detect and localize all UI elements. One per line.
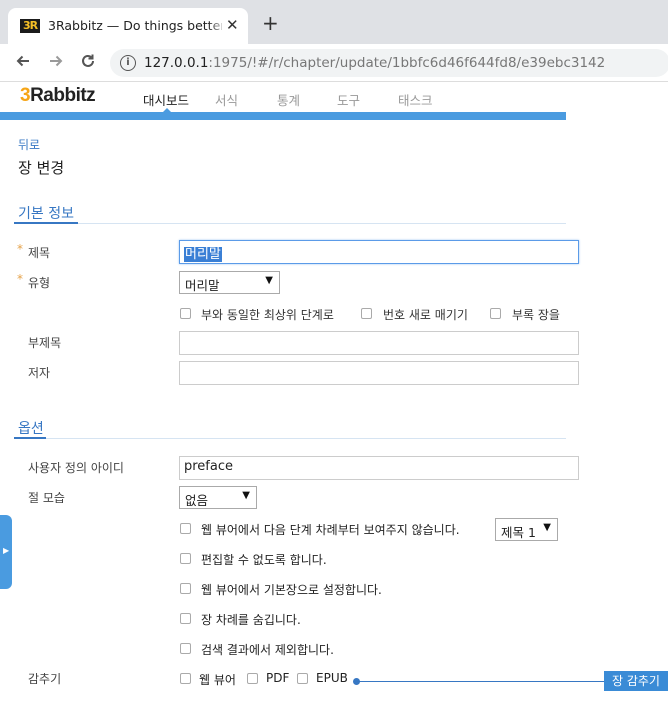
close-tab-icon[interactable]: ✕: [226, 16, 239, 34]
hide-label: 감추기: [28, 672, 62, 686]
url-field[interactable]: i 127.0.0.1:1975/!#/r/chapter/update/1bb…: [110, 49, 668, 77]
section-style-label: 절 모습: [28, 491, 65, 505]
arrow-right-icon[interactable]: [47, 52, 65, 75]
title-input[interactable]: 머리말: [179, 240, 579, 264]
section-divider: [14, 438, 566, 439]
chevron-down-icon: ▼: [242, 490, 250, 501]
renumber-checkbox[interactable]: [361, 308, 372, 319]
exclude-search-checkbox[interactable]: [180, 643, 191, 654]
browser-tab-bar: 3R 3Rabbitz — Do things better, to ✕ +: [0, 0, 668, 44]
tab-title-fade: [208, 14, 228, 36]
hide-pdf-label: PDF: [266, 671, 290, 685]
brand-logo[interactable]: 3Rabbitz: [20, 85, 96, 107]
no-edit-label: 편집할 수 없도록 합니다.: [201, 553, 327, 567]
nav-tools[interactable]: 도구: [337, 90, 360, 109]
brand-logo-number: 3: [20, 85, 31, 106]
subtitle-label: 부제목: [28, 336, 62, 350]
title-input-value: 머리말: [184, 247, 222, 262]
required-mark: *: [17, 242, 23, 256]
hide-webviewer-checkbox[interactable]: [180, 673, 191, 684]
nav-statistics[interactable]: 통계: [277, 90, 300, 109]
section-underline: [14, 222, 78, 224]
exclude-search-label: 검색 결과에서 제외합니다.: [201, 643, 334, 657]
hide-toc-levels-checkbox[interactable]: [180, 523, 191, 534]
appendix-checkbox[interactable]: [490, 308, 501, 319]
browser-tab[interactable]: 3R 3Rabbitz — Do things better, to ✕: [8, 8, 248, 44]
reload-icon[interactable]: [79, 52, 97, 75]
page-title: 장 변경: [18, 159, 65, 177]
section-title-basic: 기본 정보: [18, 206, 74, 222]
chevron-right-icon: ▶: [3, 546, 10, 555]
blank-right-area: [566, 82, 668, 712]
no-edit-checkbox[interactable]: [180, 553, 191, 564]
callout-line: [356, 681, 605, 682]
hide-epub-label: EPUB: [316, 671, 348, 685]
chevron-down-icon: ▼: [265, 275, 273, 286]
type-label: 유형: [28, 276, 51, 290]
arrow-left-icon[interactable]: [14, 52, 32, 75]
same-level-checkbox[interactable]: [180, 308, 191, 319]
title-label: 제목: [28, 246, 51, 260]
new-tab-button[interactable]: +: [262, 13, 279, 33]
type-select[interactable]: 머리말 ▼: [179, 271, 280, 294]
subtitle-input[interactable]: [179, 331, 579, 355]
info-icon[interactable]: i: [120, 55, 136, 71]
hide-toc-levels-label: 웹 뷰어에서 다음 단계 차례부터 보여주지 않습니다.: [201, 523, 460, 537]
hide-pdf-checkbox[interactable]: [247, 673, 258, 684]
type-select-value: 머리말: [185, 278, 220, 293]
toc-level-select[interactable]: 제목 1 ▼: [495, 518, 558, 541]
hide-chapter-toc-checkbox[interactable]: [180, 613, 191, 624]
default-chapter-checkbox[interactable]: [180, 583, 191, 594]
author-input[interactable]: [179, 361, 579, 385]
url-text: 127.0.0.1:1975/!#/r/chapter/update/1bbfc…: [144, 55, 605, 71]
section-divider: [14, 223, 566, 224]
custom-id-label: 사용자 정의 아이디: [28, 461, 124, 475]
toc-level-value: 제목 1: [501, 525, 536, 540]
author-label: 저자: [28, 366, 51, 380]
renumber-label: 번호 새로 매기기: [383, 308, 468, 322]
nav-templates[interactable]: 서식: [215, 90, 238, 109]
side-panel-toggle[interactable]: ▶: [0, 515, 12, 589]
nav-accent-strip: [0, 112, 566, 120]
hide-epub-checkbox[interactable]: [297, 673, 308, 684]
hide-webviewer-label: 웹 뷰어: [199, 673, 236, 687]
same-level-label: 부와 동일한 최상위 단계로: [201, 308, 334, 322]
default-chapter-label: 웹 뷰어에서 기본장으로 설정합니다.: [201, 583, 382, 597]
nav-tasks[interactable]: 태스크: [398, 90, 433, 109]
section-style-select[interactable]: 없음 ▼: [179, 486, 257, 509]
section-underline: [14, 437, 46, 439]
section-title-options: 옵션: [18, 421, 44, 437]
custom-id-input[interactable]: preface: [179, 456, 579, 480]
section-style-value: 없음: [185, 493, 209, 508]
brand-logo-text: Rabbitz: [30, 85, 96, 106]
hide-chapter-tooltip: 장 감추기: [604, 671, 668, 691]
hide-chapter-toc-label: 장 차례를 숨깁니다.: [201, 613, 301, 627]
url-host: 127.0.0.1: [144, 55, 209, 71]
address-bar: i 127.0.0.1:1975/!#/r/chapter/update/1bb…: [0, 44, 668, 82]
chevron-down-icon: ▼: [543, 522, 551, 533]
tab-title: 3Rabbitz — Do things better, to: [48, 18, 222, 33]
appendix-label: 부록 장을: [512, 308, 560, 322]
url-path: :1975/!#/r/chapter/update/1bbfc6d46f644f…: [208, 55, 606, 71]
nav-dashboard[interactable]: 대시보드: [143, 90, 189, 109]
favicon-icon: 3R: [20, 19, 40, 33]
back-link[interactable]: 뒤로: [18, 136, 40, 153]
required-mark: *: [17, 272, 23, 286]
